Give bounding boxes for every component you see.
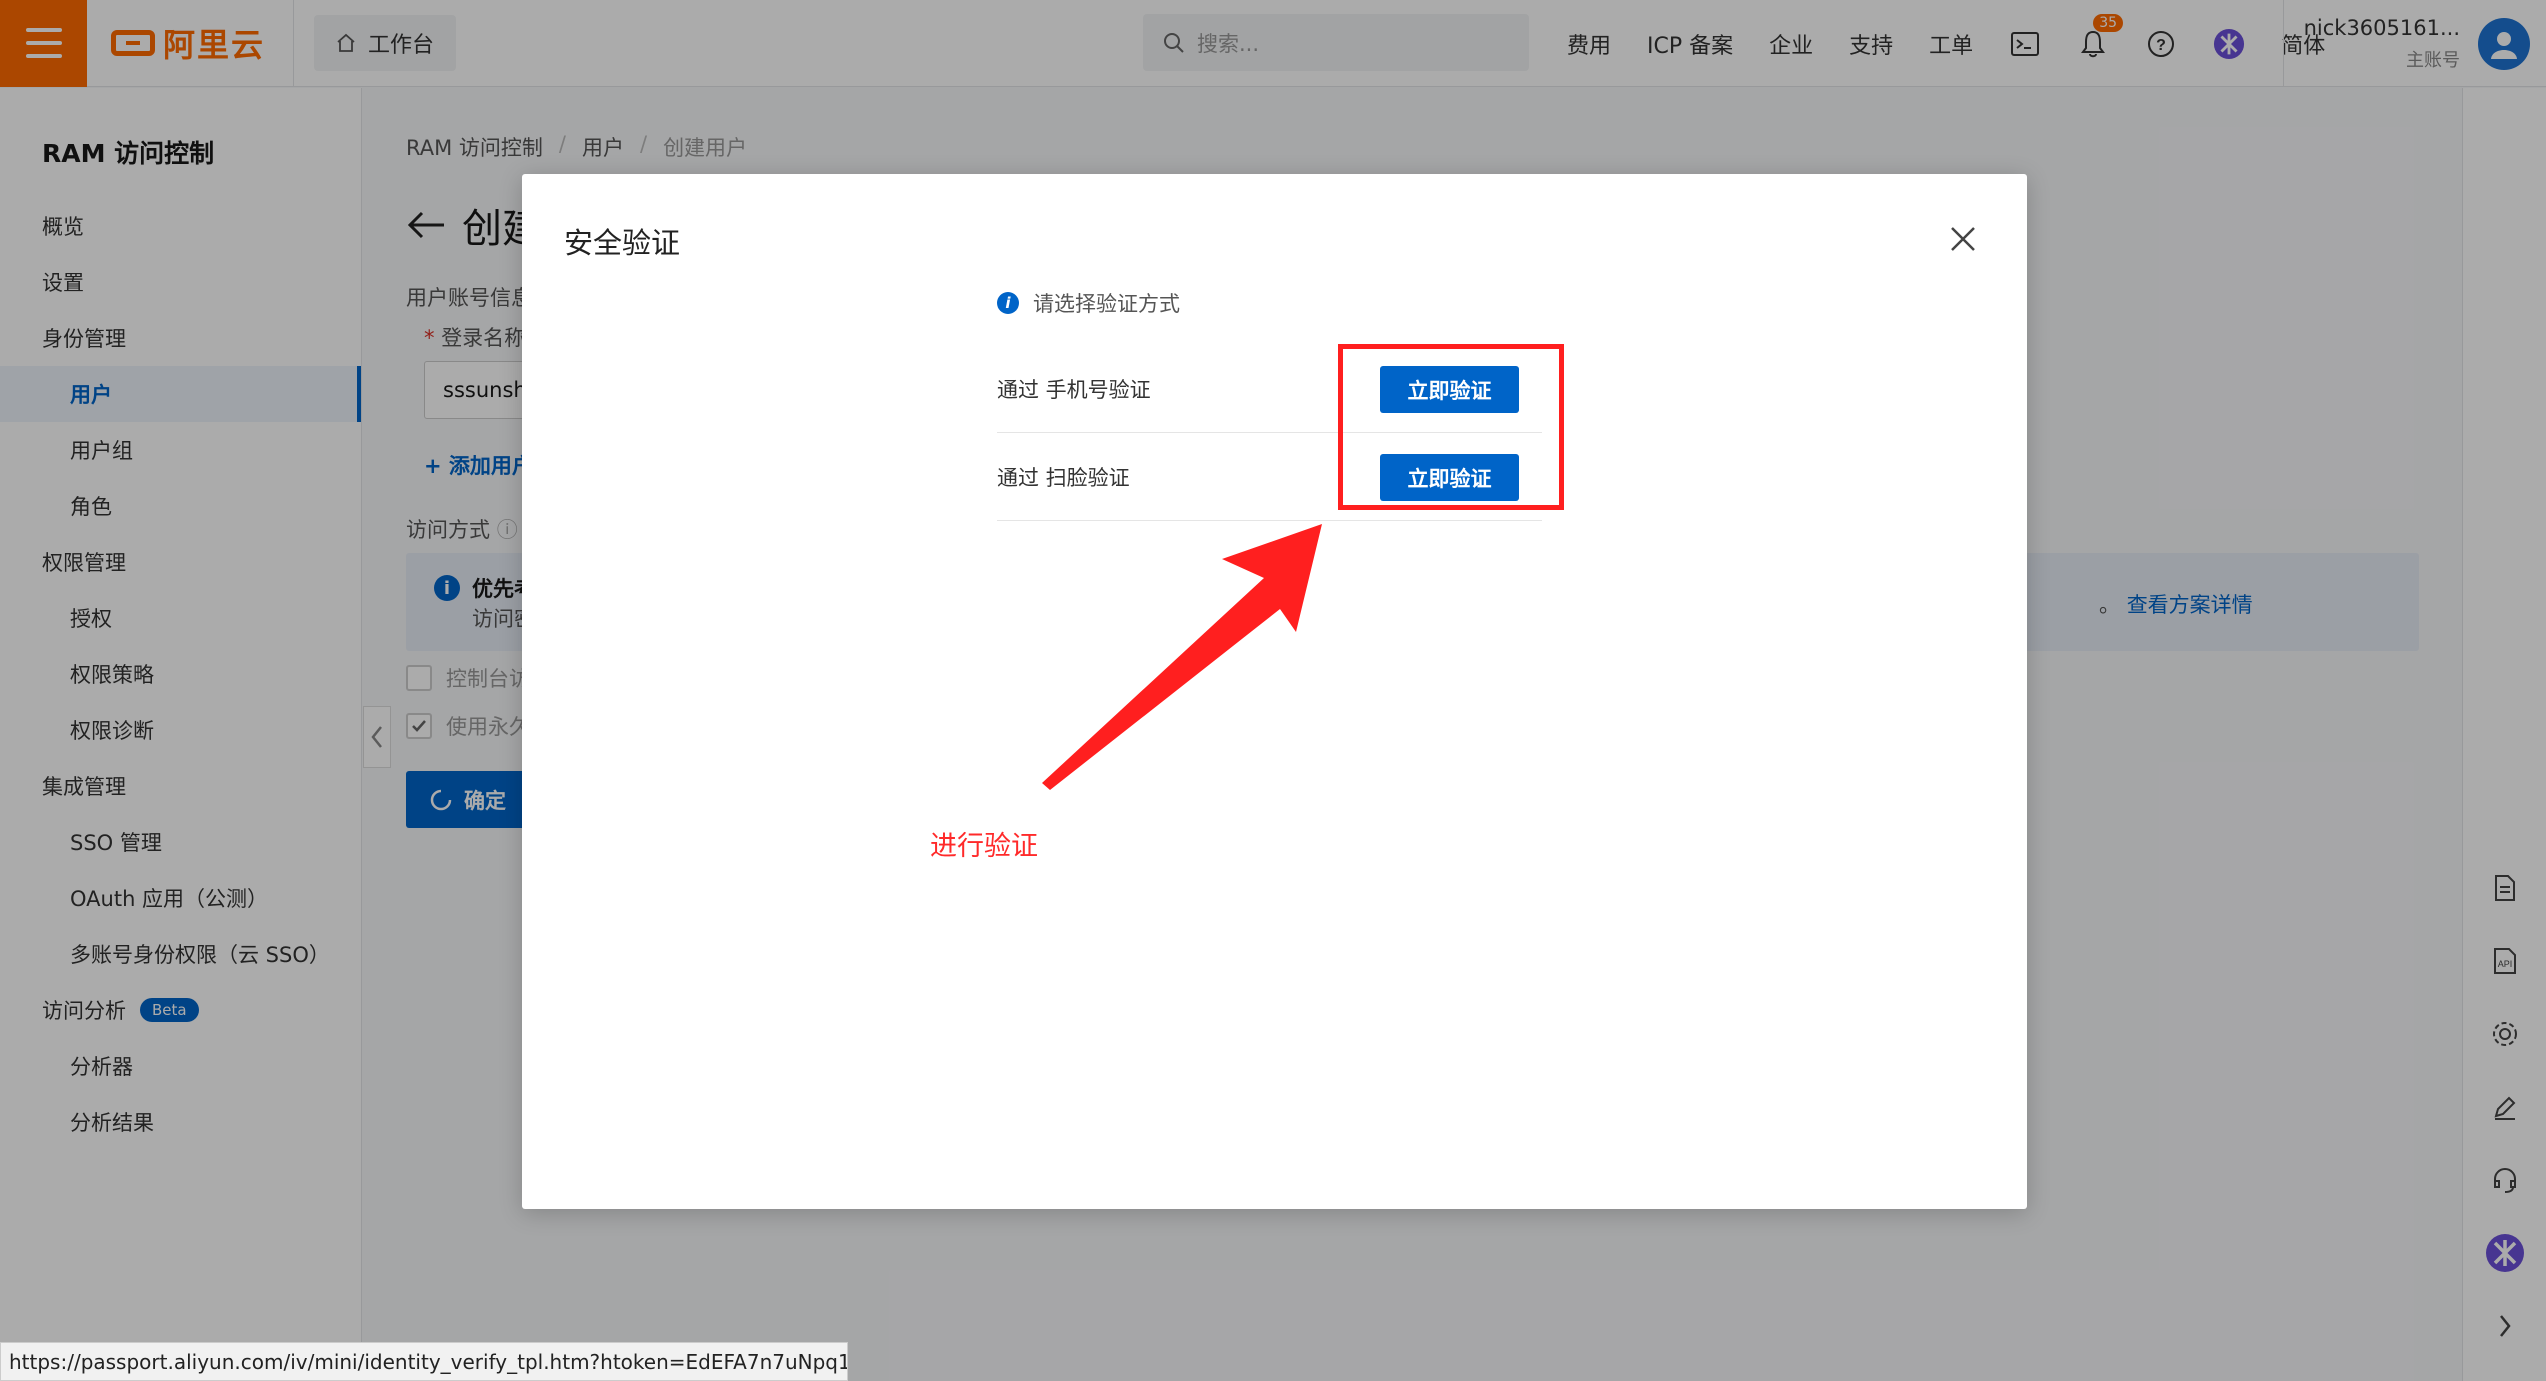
dialog-title: 安全验证	[564, 226, 681, 260]
verify-hint-text: 请选择验证方式	[1033, 292, 1180, 316]
verify-option-label: 通过 扫脸验证	[997, 465, 1130, 490]
annotation-text: 进行验证	[930, 831, 1038, 862]
verify-hint: i 请选择验证方式	[997, 288, 1180, 318]
close-icon[interactable]	[1948, 224, 1978, 254]
info-icon: i	[997, 292, 1019, 314]
verify-option-label: 通过 手机号验证	[997, 377, 1151, 402]
annotation-arrow	[1042, 524, 1322, 790]
status-bar-url: https://passport.aliyun.com/iv/mini/iden…	[0, 1342, 848, 1381]
security-verification-dialog: 安全验证 i 请选择验证方式 通过 手机号验证 立即验证 通过 扫脸验证 立即验…	[522, 174, 2027, 1209]
annotation-highlight-box	[1338, 344, 1564, 510]
